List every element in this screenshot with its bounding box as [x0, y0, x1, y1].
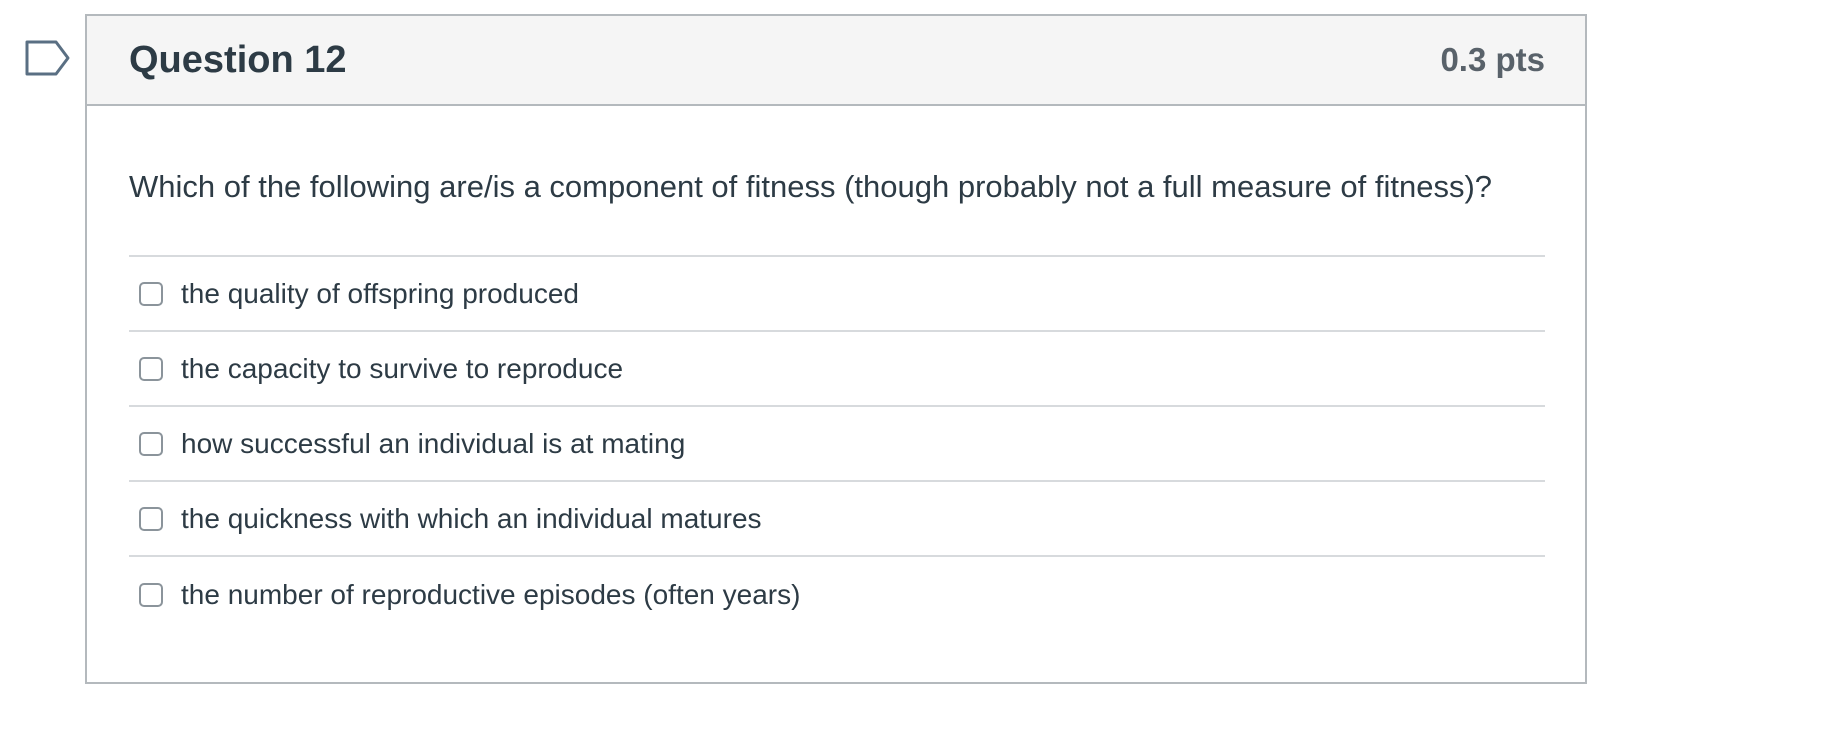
answer-label: the quickness with which an individual m…	[181, 502, 762, 534]
answer-option[interactable]: the quality of offspring produced	[129, 257, 1545, 333]
flag-question-button[interactable]	[25, 40, 71, 76]
answer-label: how successful an individual is at matin…	[181, 427, 686, 459]
answer-option[interactable]: the quickness with which an individual m…	[129, 482, 1545, 558]
answer-checkbox[interactable]	[139, 582, 163, 607]
answer-checkbox[interactable]	[139, 431, 163, 456]
answer-checkbox[interactable]	[139, 281, 163, 306]
answer-option[interactable]: the capacity to survive to reproduce	[129, 332, 1545, 408]
answer-checkbox[interactable]	[139, 506, 163, 531]
quiz-page: Question 12 0.3 pts Which of the followi…	[0, 0, 1834, 746]
answer-label: the capacity to survive to reproduce	[181, 352, 624, 384]
question-header: Question 12 0.3 pts	[87, 16, 1585, 106]
question-title: Question 12	[129, 38, 347, 81]
question-points: 0.3 pts	[1440, 41, 1545, 78]
answer-option[interactable]: the number of reproductive episodes (oft…	[129, 557, 1545, 632]
answer-label: the number of reproductive episodes (oft…	[181, 578, 801, 610]
answer-label: the quality of offspring produced	[181, 277, 579, 309]
question-text: Which of the following are/is a componen…	[129, 169, 1493, 204]
question-card: Question 12 0.3 pts Which of the followi…	[85, 14, 1587, 684]
answer-checkbox[interactable]	[139, 356, 163, 381]
question-body: Which of the following are/is a componen…	[87, 168, 1585, 632]
flag-outline-icon	[25, 40, 70, 76]
answer-list: the quality of offspring produced the ca…	[129, 255, 1545, 632]
answer-option[interactable]: how successful an individual is at matin…	[129, 407, 1545, 483]
